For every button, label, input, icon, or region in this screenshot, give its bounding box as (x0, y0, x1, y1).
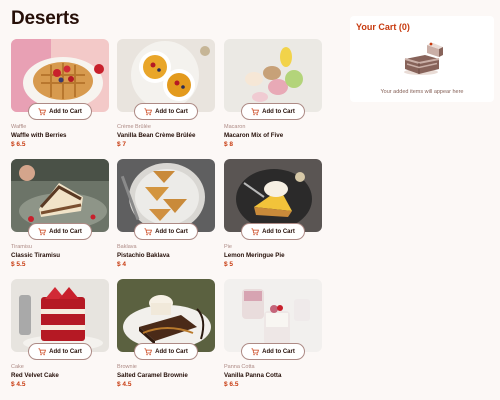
empty-cart-cake-icon (399, 41, 445, 77)
add-to-cart-label: Add to Cart (49, 228, 82, 235)
product-card-brownie: Add to Cart Brownie Salted Caramel Brown… (117, 279, 215, 389)
add-to-cart-button[interactable]: Add to Cart (134, 343, 198, 360)
add-to-cart-button[interactable]: Add to Cart (28, 103, 92, 120)
product-image-panna-cotta (224, 279, 322, 352)
product-category: Baklava (117, 244, 137, 250)
product-image-cake (11, 279, 109, 352)
add-to-cart-button[interactable]: Add to Cart (241, 343, 305, 360)
add-to-cart-label: Add to Cart (155, 108, 188, 115)
add-to-cart-icon (38, 347, 47, 356)
add-to-cart-label: Add to Cart (262, 348, 295, 355)
product-name: Lemon Meringue Pie (224, 252, 285, 259)
product-card-tiramisu: Add to Cart Tiramisu Classic Tiramisu $ … (11, 159, 109, 269)
add-to-cart-icon (144, 347, 153, 356)
cart-empty-message: Your added items will appear here (380, 89, 464, 95)
add-to-cart-icon (251, 107, 260, 116)
product-card-cake: Add to Cart Cake Red Velvet Cake $ 4.5 (11, 279, 109, 389)
product-price: $ 5 (224, 261, 234, 268)
product-name: Pistachio Baklava (117, 252, 170, 259)
product-image-baklava (117, 159, 215, 232)
add-to-cart-icon (251, 227, 260, 236)
product-category: Tiramisu (11, 244, 32, 250)
product-category: Macaron (224, 124, 246, 130)
product-image-waffle (11, 39, 109, 112)
product-name: Waffle with Berries (11, 132, 67, 139)
add-to-cart-label: Add to Cart (49, 108, 82, 115)
product-card-baklava: Add to Cart Baklava Pistachio Baklava $ … (117, 159, 215, 269)
add-to-cart-label: Add to Cart (49, 348, 82, 355)
cart-panel: Your Cart (0) Your added items will appe… (350, 16, 494, 102)
product-price: $ 4 (117, 261, 127, 268)
product-card-waffle: Add to Cart Waffle Waffle with Berries $… (11, 39, 109, 149)
product-name: Classic Tiramisu (11, 252, 61, 259)
cart-title: Your Cart (0) (356, 22, 410, 32)
product-name: Vanilla Bean Crème Brûlée (117, 132, 196, 139)
add-to-cart-icon (38, 227, 47, 236)
product-name: Salted Caramel Brownie (117, 372, 188, 379)
product-card-pie: Add to Cart Pie Lemon Meringue Pie $ 5 (224, 159, 322, 269)
product-price: $ 8 (224, 141, 234, 148)
product-name: Vanilla Panna Cotta (224, 372, 282, 379)
add-to-cart-label: Add to Cart (262, 228, 295, 235)
product-category: Crème Brûlée (117, 124, 151, 130)
add-to-cart-button[interactable]: Add to Cart (134, 103, 198, 120)
product-image-brownie (117, 279, 215, 352)
product-category: Waffle (11, 124, 27, 130)
add-to-cart-button[interactable]: Add to Cart (241, 223, 305, 240)
product-grid: Add to Cart Waffle Waffle with Berries $… (11, 39, 322, 389)
add-to-cart-button[interactable]: Add to Cart (134, 223, 198, 240)
add-to-cart-icon (251, 347, 260, 356)
product-category: Panna Cotta (224, 364, 255, 370)
product-category: Pie (224, 244, 232, 250)
add-to-cart-label: Add to Cart (155, 228, 188, 235)
product-image-creme-brulee (117, 39, 215, 112)
product-card-macaron: Add to Cart Macaron Macaron Mix of Five … (224, 39, 322, 149)
add-to-cart-button[interactable]: Add to Cart (28, 223, 92, 240)
product-category: Cake (11, 364, 24, 370)
add-to-cart-icon (38, 107, 47, 116)
add-to-cart-label: Add to Cart (262, 108, 295, 115)
product-name: Red Velvet Cake (11, 372, 59, 379)
page-title: Deserts (11, 8, 80, 29)
product-image-tiramisu (11, 159, 109, 232)
product-price: $ 6.5 (11, 141, 26, 148)
add-to-cart-button[interactable]: Add to Cart (241, 103, 305, 120)
add-to-cart-label: Add to Cart (155, 348, 188, 355)
product-price: $ 5.5 (11, 261, 26, 268)
product-price: $ 4.5 (117, 381, 132, 388)
product-image-macaron (224, 39, 322, 112)
product-name: Macaron Mix of Five (224, 132, 284, 139)
product-price: $ 6.5 (224, 381, 239, 388)
product-image-pie (224, 159, 322, 232)
product-price: $ 4.5 (11, 381, 26, 388)
product-category: Brownie (117, 364, 137, 370)
add-to-cart-icon (144, 227, 153, 236)
product-price: $ 7 (117, 141, 127, 148)
product-card-creme-brulee: Add to Cart Crème Brûlée Vanilla Bean Cr… (117, 39, 215, 149)
add-to-cart-icon (144, 107, 153, 116)
product-card-panna-cotta: Add to Cart Panna Cotta Vanilla Panna Co… (224, 279, 322, 389)
add-to-cart-button[interactable]: Add to Cart (28, 343, 92, 360)
